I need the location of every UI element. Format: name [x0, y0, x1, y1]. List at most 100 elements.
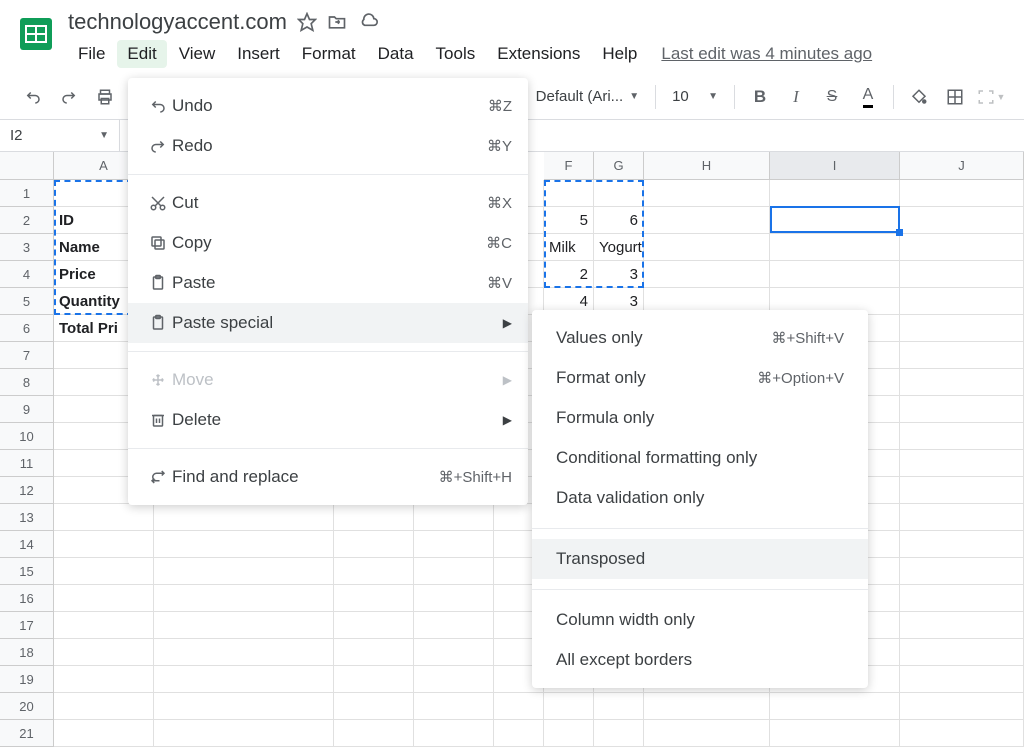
- cell[interactable]: [334, 693, 414, 720]
- cell[interactable]: 6: [594, 207, 644, 234]
- cell[interactable]: [414, 720, 494, 747]
- bold-button[interactable]: B: [743, 82, 777, 112]
- cell[interactable]: [900, 315, 1024, 342]
- menu-edit[interactable]: Edit: [117, 40, 166, 68]
- cell[interactable]: [900, 720, 1024, 747]
- row-header[interactable]: 4: [0, 261, 54, 288]
- cell[interactable]: [770, 234, 900, 261]
- edit-paste[interactable]: Paste ⌘V: [128, 263, 528, 303]
- edit-find-replace[interactable]: Find and replace ⌘+Shift+H: [128, 457, 528, 497]
- cell[interactable]: [54, 693, 154, 720]
- cell[interactable]: [770, 693, 900, 720]
- column-header[interactable]: H: [644, 152, 770, 180]
- row-header[interactable]: 7: [0, 342, 54, 369]
- cell[interactable]: [770, 207, 900, 234]
- paste-transposed[interactable]: Transposed: [532, 539, 868, 579]
- cell[interactable]: [900, 612, 1024, 639]
- row-header[interactable]: 21: [0, 720, 54, 747]
- cell[interactable]: [900, 639, 1024, 666]
- active-cell-handle[interactable]: [896, 229, 903, 236]
- cell[interactable]: [154, 531, 334, 558]
- cell[interactable]: [644, 693, 770, 720]
- row-header[interactable]: 1: [0, 180, 54, 207]
- cell[interactable]: [334, 504, 414, 531]
- cell[interactable]: [644, 180, 770, 207]
- cell[interactable]: [334, 531, 414, 558]
- menu-insert[interactable]: Insert: [227, 40, 290, 68]
- cell[interactable]: [334, 639, 414, 666]
- redo-button[interactable]: [52, 82, 86, 112]
- row-header[interactable]: 17: [0, 612, 54, 639]
- cell[interactable]: [644, 720, 770, 747]
- paste-format-only[interactable]: Format only ⌘+Option+V: [532, 358, 868, 398]
- menu-tools[interactable]: Tools: [426, 40, 486, 68]
- strikethrough-button[interactable]: S: [815, 82, 849, 112]
- cell[interactable]: [544, 180, 594, 207]
- cell[interactable]: [900, 234, 1024, 261]
- italic-button[interactable]: I: [779, 82, 813, 112]
- last-edit-link[interactable]: Last edit was 4 minutes ago: [661, 44, 872, 64]
- cell[interactable]: [54, 558, 154, 585]
- sheets-logo-icon[interactable]: [16, 8, 56, 60]
- row-header[interactable]: 3: [0, 234, 54, 261]
- cell[interactable]: [154, 639, 334, 666]
- cell[interactable]: [770, 261, 900, 288]
- cell[interactable]: [154, 612, 334, 639]
- cell[interactable]: [414, 531, 494, 558]
- row-header[interactable]: 18: [0, 639, 54, 666]
- cell[interactable]: [644, 234, 770, 261]
- borders-button[interactable]: [938, 82, 972, 112]
- cell[interactable]: [54, 612, 154, 639]
- cell[interactable]: [54, 639, 154, 666]
- font-family-select[interactable]: Default (Ari...▼: [528, 88, 647, 105]
- font-size-select[interactable]: 10▼: [664, 88, 726, 105]
- select-all-corner[interactable]: [0, 152, 54, 180]
- row-header[interactable]: 9: [0, 396, 54, 423]
- cell[interactable]: [900, 180, 1024, 207]
- cell[interactable]: [644, 261, 770, 288]
- cell[interactable]: [494, 693, 544, 720]
- cell[interactable]: [900, 342, 1024, 369]
- paste-values-only[interactable]: Values only ⌘+Shift+V: [532, 318, 868, 358]
- cell[interactable]: [900, 396, 1024, 423]
- row-header[interactable]: 6: [0, 315, 54, 342]
- cell[interactable]: [334, 558, 414, 585]
- row-header[interactable]: 19: [0, 666, 54, 693]
- row-header[interactable]: 20: [0, 693, 54, 720]
- cell[interactable]: [900, 369, 1024, 396]
- cell[interactable]: [770, 720, 900, 747]
- cell[interactable]: [414, 558, 494, 585]
- edit-paste-special[interactable]: Paste special ▶: [128, 303, 528, 343]
- cell[interactable]: [154, 693, 334, 720]
- row-header[interactable]: 12: [0, 477, 54, 504]
- star-icon[interactable]: [297, 12, 317, 32]
- undo-button[interactable]: [16, 82, 50, 112]
- cell[interactable]: [544, 720, 594, 747]
- edit-delete[interactable]: Delete ▶: [128, 400, 528, 440]
- row-header[interactable]: 16: [0, 585, 54, 612]
- name-box[interactable]: I2 ▼: [0, 120, 120, 151]
- cell[interactable]: [900, 693, 1024, 720]
- cell[interactable]: 3: [594, 261, 644, 288]
- cell[interactable]: [900, 450, 1024, 477]
- cell[interactable]: [54, 504, 154, 531]
- cell[interactable]: Milk: [544, 234, 594, 261]
- cell[interactable]: [414, 585, 494, 612]
- edit-cut[interactable]: Cut ⌘X: [128, 183, 528, 223]
- cell[interactable]: [770, 180, 900, 207]
- cell[interactable]: [494, 720, 544, 747]
- cell[interactable]: [334, 612, 414, 639]
- paste-conditional-formatting[interactable]: Conditional formatting only: [532, 438, 868, 478]
- cell[interactable]: [334, 585, 414, 612]
- column-header[interactable]: I: [770, 152, 900, 180]
- cell[interactable]: [900, 477, 1024, 504]
- column-header[interactable]: J: [900, 152, 1024, 180]
- menu-view[interactable]: View: [169, 40, 226, 68]
- cell[interactable]: [154, 504, 334, 531]
- cell[interactable]: [594, 180, 644, 207]
- row-header[interactable]: 15: [0, 558, 54, 585]
- cell[interactable]: [544, 693, 594, 720]
- cell[interactable]: [900, 531, 1024, 558]
- menu-format[interactable]: Format: [292, 40, 366, 68]
- merge-cells-button[interactable]: ▼: [974, 82, 1008, 112]
